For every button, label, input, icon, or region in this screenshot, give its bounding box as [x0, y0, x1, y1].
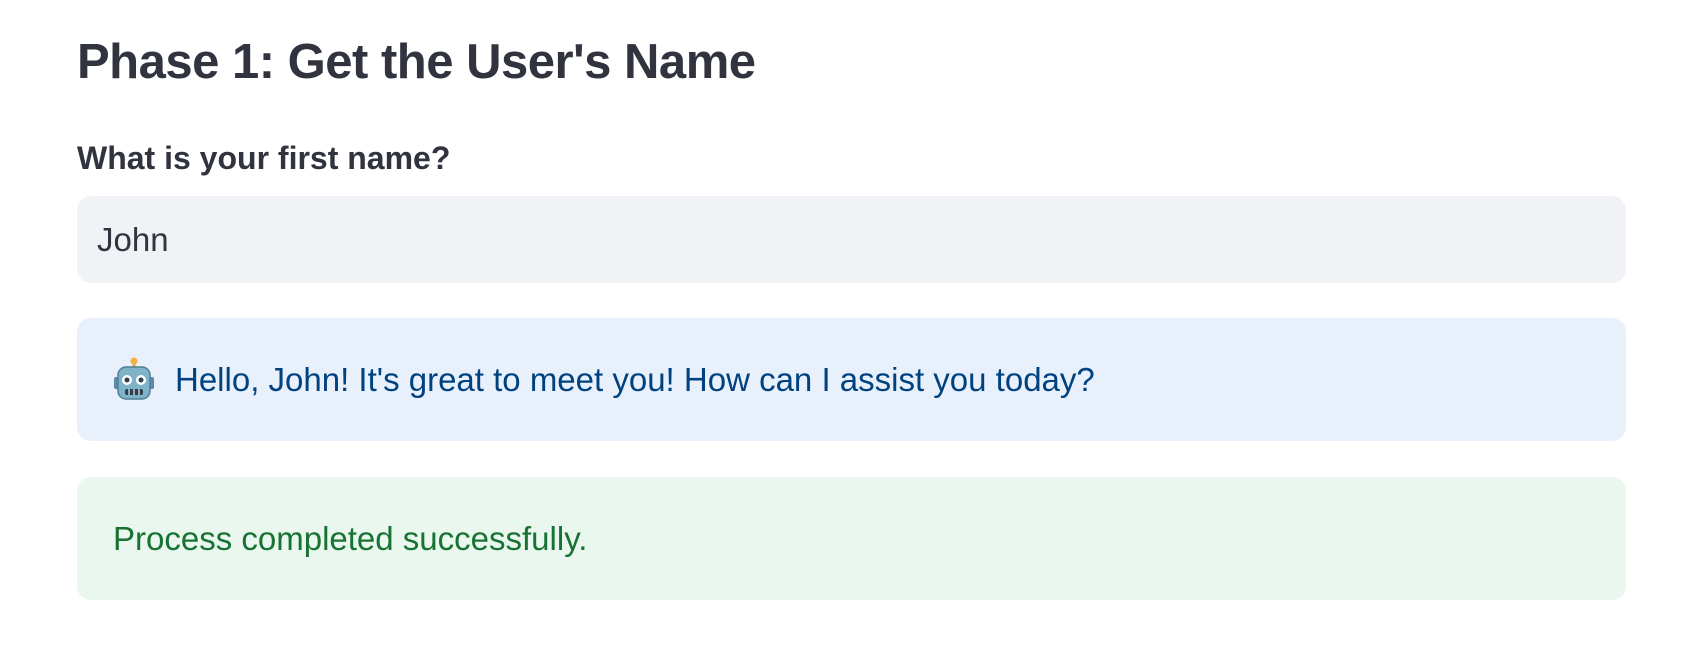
- first-name-input[interactable]: [77, 196, 1626, 283]
- success-alert-message: Process completed successfully.: [113, 519, 588, 557]
- success-alert: Process completed successfully.: [77, 477, 1626, 600]
- info-alert-message: Hello, John! It's great to meet you! How…: [175, 360, 1095, 398]
- robot-icon: [114, 357, 154, 400]
- name-field-label: What is your first name?: [77, 140, 451, 176]
- info-alert: Hello, John! It's great to meet you! How…: [77, 318, 1626, 441]
- page-title: Phase 1: Get the User's Name: [77, 35, 756, 89]
